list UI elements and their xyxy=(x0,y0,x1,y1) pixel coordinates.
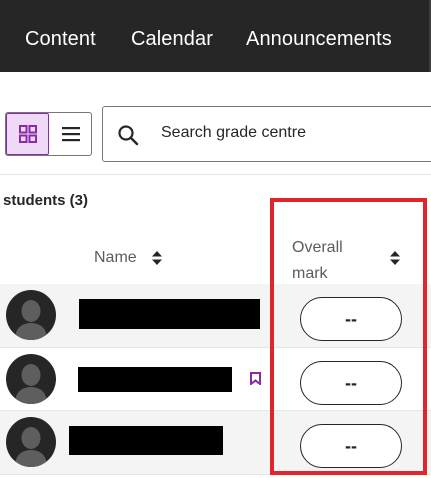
name-header-label: Name xyxy=(94,249,137,266)
row-divider xyxy=(0,474,431,475)
view-toggle xyxy=(5,112,92,156)
tab-calendar[interactable]: Calendar xyxy=(131,28,213,51)
overall-mark-header-label: Overall mark xyxy=(292,239,343,282)
user-silhouette-icon xyxy=(15,300,47,340)
user-silhouette-icon xyxy=(15,427,47,467)
top-navigation: Content Calendar Announcements xyxy=(0,0,431,72)
redacted-student-name xyxy=(69,426,223,455)
grid-view-button[interactable] xyxy=(6,113,49,155)
search-placeholder: Search grade centre xyxy=(161,124,306,141)
list-view-button[interactable] xyxy=(49,113,91,155)
avatar xyxy=(6,417,56,467)
overall-mark-value: -- xyxy=(345,435,357,456)
user-silhouette-icon xyxy=(15,364,47,404)
overall-mark-button[interactable]: -- xyxy=(300,361,402,405)
list-icon xyxy=(61,127,80,142)
tab-content[interactable]: Content xyxy=(25,28,96,51)
avatar xyxy=(6,354,56,404)
grid-icon xyxy=(18,125,37,143)
tab-announcements[interactable]: Announcements xyxy=(246,28,392,51)
overall-mark-value: -- xyxy=(345,308,357,329)
search-field[interactable]: Search grade centre xyxy=(102,106,431,162)
sort-icon xyxy=(152,251,162,265)
bookmark-flag-icon xyxy=(250,372,261,385)
overall-mark-button[interactable]: -- xyxy=(300,424,402,468)
overall-mark-button[interactable]: -- xyxy=(300,297,402,341)
overall-mark-value: -- xyxy=(345,372,357,393)
redacted-student-name xyxy=(79,299,260,329)
avatar xyxy=(6,290,56,340)
redacted-student-name xyxy=(78,367,232,392)
students-count-heading: students (3) xyxy=(3,192,89,209)
overall-mark-column-header[interactable]: Overall mark xyxy=(292,235,372,287)
search-icon xyxy=(118,125,139,146)
name-column-header[interactable]: Name xyxy=(94,249,162,267)
sort-icon[interactable] xyxy=(389,250,401,266)
divider xyxy=(0,174,431,175)
